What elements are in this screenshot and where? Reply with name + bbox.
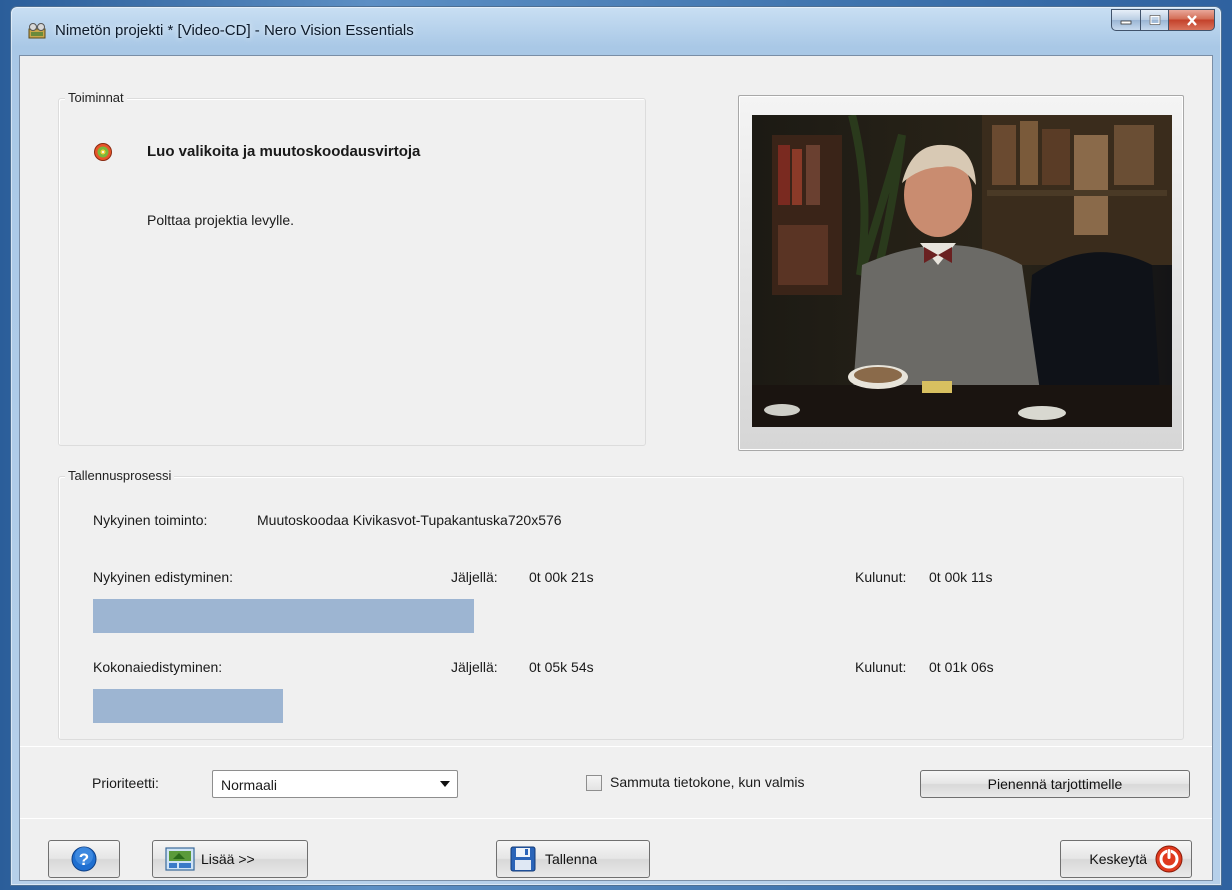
action-description: Polttaa projektia levylle. (147, 212, 295, 228)
process-group-label: Tallennusprosessi (65, 468, 175, 483)
help-icon: ? (71, 846, 97, 872)
help-button[interactable]: ? (48, 840, 120, 878)
chevron-down-icon (440, 781, 450, 787)
minimize-icon (1120, 20, 1132, 25)
disc-burn-icon (94, 143, 112, 161)
divider-bottom (20, 818, 1212, 819)
close-icon (1186, 14, 1197, 26)
abort-button-label: Keskeytä (1089, 851, 1147, 867)
video-preview-frame (738, 95, 1184, 451)
film-projector-icon (28, 23, 46, 39)
window-title: Nimetön projekti * [Video-CD] - Nero Vis… (55, 22, 414, 39)
save-button[interactable]: Tallenna (496, 840, 650, 878)
current-action-value: Muutoskoodaa Kivikasvot-Tupakantuska720x… (257, 512, 562, 528)
total-remaining-value: 0t 05k 54s (529, 659, 594, 675)
current-remaining-label: Jäljellä: (451, 569, 498, 585)
floppy-disk-icon (510, 846, 536, 872)
current-elapsed-value: 0t 00k 11s (929, 569, 993, 585)
expand-panel-icon (165, 847, 195, 871)
svg-text:?: ? (79, 850, 89, 869)
total-elapsed-value: 0t 01k 06s (929, 659, 994, 675)
shutdown-checkbox[interactable] (586, 775, 602, 791)
maximize-icon (1149, 15, 1160, 25)
total-progress-bar (93, 689, 283, 723)
actions-group-label: Toiminnat (65, 90, 127, 105)
more-button-label: Lisää >> (201, 851, 255, 867)
close-button[interactable] (1169, 9, 1215, 31)
total-progress-label: Kokonaiedistyminen: (93, 659, 223, 675)
action-title: Luo valikoita ja muutoskoodausvirtoja (147, 143, 421, 160)
total-remaining-label: Jäljellä: (451, 659, 498, 675)
minimize-button[interactable] (1111, 9, 1141, 31)
more-button[interactable]: Lisää >> (152, 840, 308, 878)
total-elapsed-label: Kulunut: (855, 659, 907, 675)
divider-top (20, 746, 1212, 747)
priority-select[interactable]: Normaali (212, 770, 458, 798)
current-remaining-value: 0t 00k 21s (529, 569, 594, 585)
title-bar[interactable]: Nimetön projekti * [Video-CD] - Nero Vis… (11, 7, 1221, 55)
maximize-button[interactable] (1141, 9, 1169, 31)
current-elapsed-label: Kulunut: (855, 569, 907, 585)
priority-label: Prioriteetti: (92, 775, 159, 791)
main-window: Nimetön projekti * [Video-CD] - Nero Vis… (10, 6, 1222, 886)
stop-icon (1155, 845, 1183, 873)
minimize-to-tray-button[interactable]: Pienennä tarjottimelle (920, 770, 1190, 798)
video-preview (752, 115, 1172, 427)
process-group: Tallennusprosessi Nykyinen toiminto: Muu… (58, 468, 1184, 740)
current-progress-bar (93, 599, 474, 633)
current-progress-label: Nykyinen edistyminen: (93, 569, 234, 585)
minimize-to-tray-label: Pienennä tarjottimelle (987, 776, 1123, 792)
actions-group: Toiminnat Luo valikoita ja muutoskoodaus… (58, 90, 646, 446)
abort-button[interactable]: Keskeytä (1060, 840, 1192, 878)
caption-buttons (1111, 9, 1215, 31)
save-button-label: Tallenna (545, 851, 598, 867)
video-frame-image (752, 115, 1172, 427)
current-action-label: Nykyinen toiminto: (93, 512, 208, 528)
shutdown-label[interactable]: Sammuta tietokone, kun valmis (610, 774, 805, 790)
priority-selected-value: Normaali (221, 777, 278, 793)
client-area: Toiminnat Luo valikoita ja muutoskoodaus… (19, 55, 1213, 881)
